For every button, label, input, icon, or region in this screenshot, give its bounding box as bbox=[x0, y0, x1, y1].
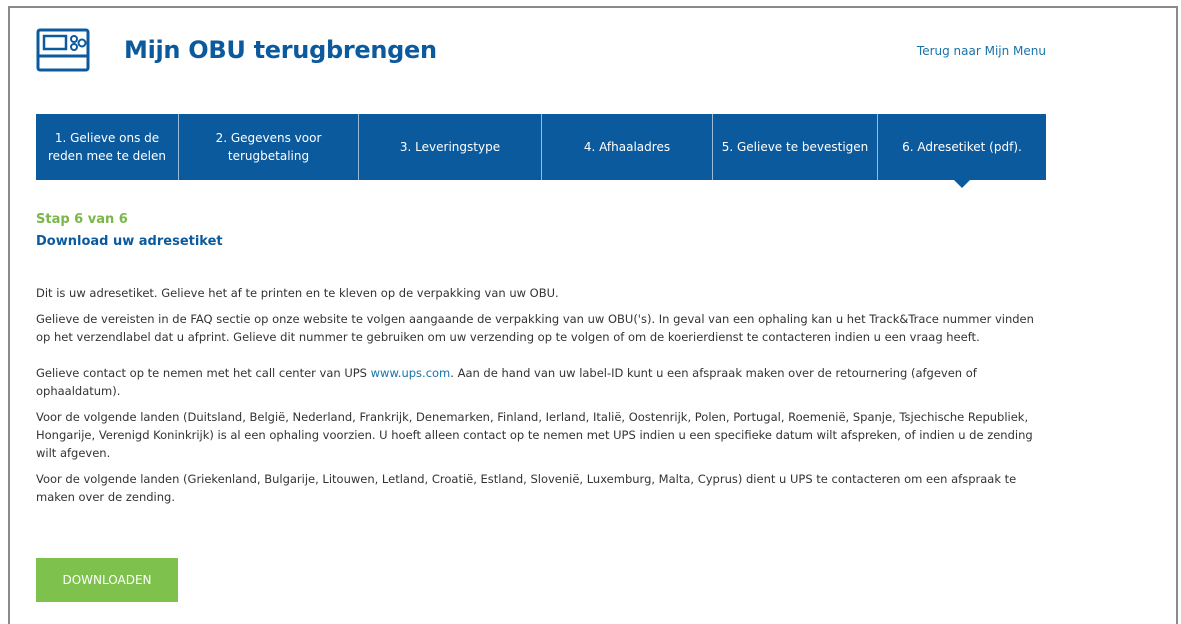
ups-contact-paragraph: Gelieve contact op te nemen met het call… bbox=[36, 364, 1046, 400]
obu-device-icon bbox=[36, 28, 90, 72]
step-3-delivery-type[interactable]: 3. Leveringstype bbox=[359, 114, 542, 180]
active-step-caret-icon bbox=[954, 180, 970, 188]
section-title: Download uw adresetiket bbox=[36, 234, 223, 249]
step-1-reason[interactable]: 1. Gelieve ons de reden mee te delen bbox=[36, 114, 179, 180]
step-4-pickup-address[interactable]: 4. Afhaaladres bbox=[542, 114, 713, 180]
pickup-countries-paragraph: Voor de volgende landen (Duitsland, Belg… bbox=[36, 410, 1033, 460]
contact-countries-paragraph: Voor de volgende landen (Griekenland, Bu… bbox=[36, 472, 1017, 504]
page-title: Mijn OBU terugbrengen bbox=[124, 36, 437, 64]
step-label: 5. Gelieve te bevestigen bbox=[721, 140, 869, 154]
step-label: 1. Gelieve ons de reden mee te delen bbox=[48, 131, 166, 163]
step-label: 2. Gegevens voor terugbetaling bbox=[215, 131, 322, 163]
ups-contact-text-start: Gelieve contact op te nemen met het call… bbox=[36, 366, 371, 380]
packaging-paragraph: Gelieve de vereisten in de FAQ sectie op… bbox=[36, 312, 1034, 344]
step-label: 4. Afhaaladres bbox=[583, 140, 671, 154]
instructions: Dit is uw adresetiket. Gelieve het af te… bbox=[36, 284, 1046, 514]
step-5-confirm[interactable]: 5. Gelieve te bevestigen bbox=[713, 114, 878, 180]
back-to-menu-link[interactable]: Terug naar Mijn Menu bbox=[917, 44, 1046, 58]
step-2-refund-details[interactable]: 2. Gegevens voor terugbetaling bbox=[179, 114, 359, 180]
download-button[interactable]: DOWNLOADEN bbox=[36, 558, 178, 602]
step-label: 3. Leveringstype bbox=[399, 140, 501, 154]
step-label: 6. Adresetiket (pdf). bbox=[902, 140, 1022, 154]
intro-paragraph: Dit is uw adresetiket. Gelieve het af te… bbox=[36, 286, 559, 300]
page-header: Mijn OBU terugbrengen Terug naar Mijn Me… bbox=[36, 26, 1046, 76]
step-6-address-label[interactable]: 6. Adresetiket (pdf). bbox=[878, 114, 1046, 188]
progress-steps: 1. Gelieve ons de reden mee te delen 2. … bbox=[36, 114, 1046, 188]
ups-website-link[interactable]: www.ups.com bbox=[371, 366, 451, 380]
step-counter: Stap 6 van 6 bbox=[36, 212, 128, 227]
